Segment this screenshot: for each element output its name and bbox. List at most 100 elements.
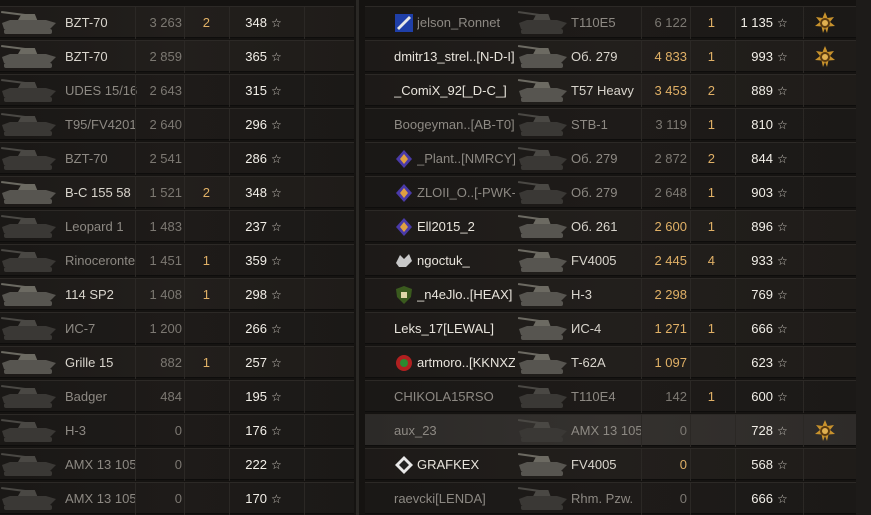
damage-value: 0 bbox=[174, 423, 182, 438]
table-row[interactable]: Boogeyman..[AB-T0] STB-1 3 119 1 810 ☆ bbox=[365, 108, 856, 141]
xp-value: 623 bbox=[751, 355, 773, 370]
column-divider bbox=[641, 143, 642, 175]
table-row[interactable]: ZLOII_O..[-PWK-] Об. 279 2 648 1 903 ☆ bbox=[365, 176, 856, 209]
player-name[interactable]: ZLOII_O..[-PWK-] bbox=[417, 177, 515, 209]
damage-value: 2 600 bbox=[654, 219, 687, 234]
tank-name: Rhm. Pzw. bbox=[571, 491, 634, 506]
table-row[interactable]: Leopard 11 483 237 ☆ bbox=[0, 210, 354, 243]
damage-value: 0 bbox=[174, 457, 182, 472]
kills-value bbox=[190, 381, 210, 413]
table-row[interactable]: raevcki[LENDA] Rhm. Pzw. 0 666 ☆ bbox=[365, 482, 856, 515]
table-row[interactable]: dmitr13_strel..[N-D-I] Об. 279 4 833 1 993 ☆ bbox=[365, 40, 856, 73]
column-divider bbox=[641, 7, 642, 39]
tank-silhouette-icon bbox=[517, 417, 571, 445]
table-row[interactable]: ngoctuk_ FV4005 2 445 4 933 ☆ bbox=[365, 244, 856, 277]
player-name[interactable]: ngoctuk_ bbox=[417, 245, 515, 277]
column-divider bbox=[135, 143, 136, 175]
tank-silhouette-icon bbox=[0, 451, 60, 479]
column-divider bbox=[803, 449, 804, 481]
column-divider bbox=[184, 75, 185, 107]
damage-value: 6 122 bbox=[654, 15, 687, 30]
column-divider bbox=[803, 313, 804, 345]
tank-silhouette-icon bbox=[517, 485, 571, 513]
medal-icon[interactable] bbox=[813, 419, 837, 443]
table-row[interactable]: AMX 13 105 0 222 ☆ bbox=[0, 448, 354, 481]
player-name[interactable]: aux_23 bbox=[394, 415, 515, 447]
player-name[interactable]: GRAFKEX bbox=[417, 449, 515, 481]
xp-star-icon: ☆ bbox=[271, 254, 282, 268]
player-name[interactable]: Boogeyman..[AB-T0] bbox=[394, 109, 515, 141]
table-row[interactable]: _Plant..[NMRCY] Об. 279 2 872 2 844 ☆ bbox=[365, 142, 856, 175]
table-row[interactable]: ИС-7 1 200 266 ☆ bbox=[0, 312, 354, 345]
column-divider bbox=[641, 75, 642, 107]
table-row[interactable]: BZT-70 2 541 286 ☆ bbox=[0, 142, 354, 175]
medal-icon[interactable] bbox=[813, 45, 837, 69]
table-row[interactable]: _n4eJlo..[HEAX] H-3 2 298 769 ☆ bbox=[365, 278, 856, 311]
player-name[interactable]: dmitr13_strel..[N-D-I] bbox=[394, 41, 515, 73]
player-name[interactable]: _n4eJlo..[HEAX] bbox=[417, 279, 515, 311]
player-name[interactable]: Ell2015_2 bbox=[417, 211, 515, 243]
damage-value: 1 097 bbox=[654, 355, 687, 370]
column-divider bbox=[304, 109, 305, 141]
table-row[interactable]: CHIKOLA15RSO T110E4 142 1 600 ☆ bbox=[365, 380, 856, 413]
table-row[interactable]: Rinoceronte 1 451 1 359 ☆ bbox=[0, 244, 354, 277]
tank-name: Об. 279 bbox=[571, 49, 618, 64]
kills-value: 1 bbox=[707, 219, 715, 234]
table-row[interactable]: Badger 484 195 ☆ bbox=[0, 380, 354, 413]
table-row[interactable]: BZT-70 2 859 365 ☆ bbox=[0, 40, 354, 73]
scrollbar-track[interactable] bbox=[856, 0, 871, 515]
xp-star-icon: ☆ bbox=[271, 186, 282, 200]
player-name[interactable]: artmoro..[KKNXZ] bbox=[417, 347, 515, 379]
table-row[interactable]: H-3 0 176 ☆ bbox=[0, 414, 354, 447]
table-row[interactable]: T95/FV4201 2 640 296 ☆ bbox=[0, 108, 354, 141]
table-row[interactable]: Ell2015_2 Об. 261 2 600 1 896 ☆ bbox=[365, 210, 856, 243]
table-row[interactable]: jelson_Ronnet T110E5 6 122 1 1 135 ☆ bbox=[365, 6, 856, 39]
kills-value: 1 bbox=[202, 287, 210, 302]
table-row[interactable]: GRAFKEX FV4005 0 568 ☆ bbox=[365, 448, 856, 481]
table-row[interactable]: Leks_17[LEWAL] ИС-4 1 271 1 666 ☆ bbox=[365, 312, 856, 345]
column-divider bbox=[803, 211, 804, 243]
player-name[interactable]: CHIKOLA15RSO bbox=[394, 381, 515, 413]
xp-value: 298 bbox=[245, 287, 267, 302]
damage-value: 3 453 bbox=[654, 83, 687, 98]
table-row[interactable]: AMX 13 105 0 170 ☆ bbox=[0, 482, 354, 515]
kills-value: 4 bbox=[707, 253, 715, 268]
player-name[interactable]: Leks_17[LEWAL] bbox=[394, 313, 515, 345]
column-divider bbox=[641, 245, 642, 277]
xp-star-icon: ☆ bbox=[271, 84, 282, 98]
xp-value: 237 bbox=[245, 219, 267, 234]
player-name[interactable]: jelson_Ronnet bbox=[417, 7, 515, 39]
xp-value: 666 bbox=[751, 491, 773, 506]
table-row[interactable]: _ComiX_92[_D-C_] T57 Heavy 3 453 2 889 ☆ bbox=[365, 74, 856, 107]
tank-silhouette-icon bbox=[517, 451, 571, 479]
table-row[interactable]: UDES 15/16 2 643 315 ☆ bbox=[0, 74, 354, 107]
player-name[interactable]: _ComiX_92[_D-C_] bbox=[394, 75, 515, 107]
column-divider bbox=[641, 483, 642, 515]
xp-star-icon: ☆ bbox=[271, 288, 282, 302]
table-row[interactable]: 114 SP2 1 408 1 298 ☆ bbox=[0, 278, 354, 311]
column-divider bbox=[690, 313, 691, 345]
xp-value: 993 bbox=[751, 49, 773, 64]
kills-value bbox=[190, 483, 210, 515]
column-divider bbox=[641, 449, 642, 481]
xp-value: 365 bbox=[245, 49, 267, 64]
wolf-emblem-icon bbox=[394, 251, 414, 271]
table-row[interactable]: BZT-70 3 263 2 348 ☆ bbox=[0, 6, 354, 39]
tank-silhouette-icon bbox=[517, 315, 571, 343]
table-row[interactable]: B-C 155 58 1 521 2 348 ☆ bbox=[0, 176, 354, 209]
column-divider bbox=[184, 41, 185, 73]
player-name[interactable]: raevcki[LENDA] bbox=[394, 483, 515, 515]
xp-value: 600 bbox=[751, 389, 773, 404]
table-row[interactable]: Grille 15 882 1 257 ☆ bbox=[0, 346, 354, 379]
xp-value: 903 bbox=[751, 185, 773, 200]
tank-name: STB-1 bbox=[571, 117, 608, 132]
table-row[interactable]: aux_23 AMX 13 105 0 728 ☆ bbox=[365, 414, 856, 447]
xp-star-icon: ☆ bbox=[777, 254, 788, 268]
player-name[interactable]: _Plant..[NMRCY] bbox=[417, 143, 515, 175]
medal-icon[interactable] bbox=[813, 11, 837, 35]
table-row[interactable]: artmoro..[KKNXZ] T-62A 1 097 623 ☆ bbox=[365, 346, 856, 379]
xp-star-icon: ☆ bbox=[777, 118, 788, 132]
damage-value: 2 298 bbox=[654, 287, 687, 302]
xp-value: 348 bbox=[245, 185, 267, 200]
column-divider bbox=[135, 313, 136, 345]
